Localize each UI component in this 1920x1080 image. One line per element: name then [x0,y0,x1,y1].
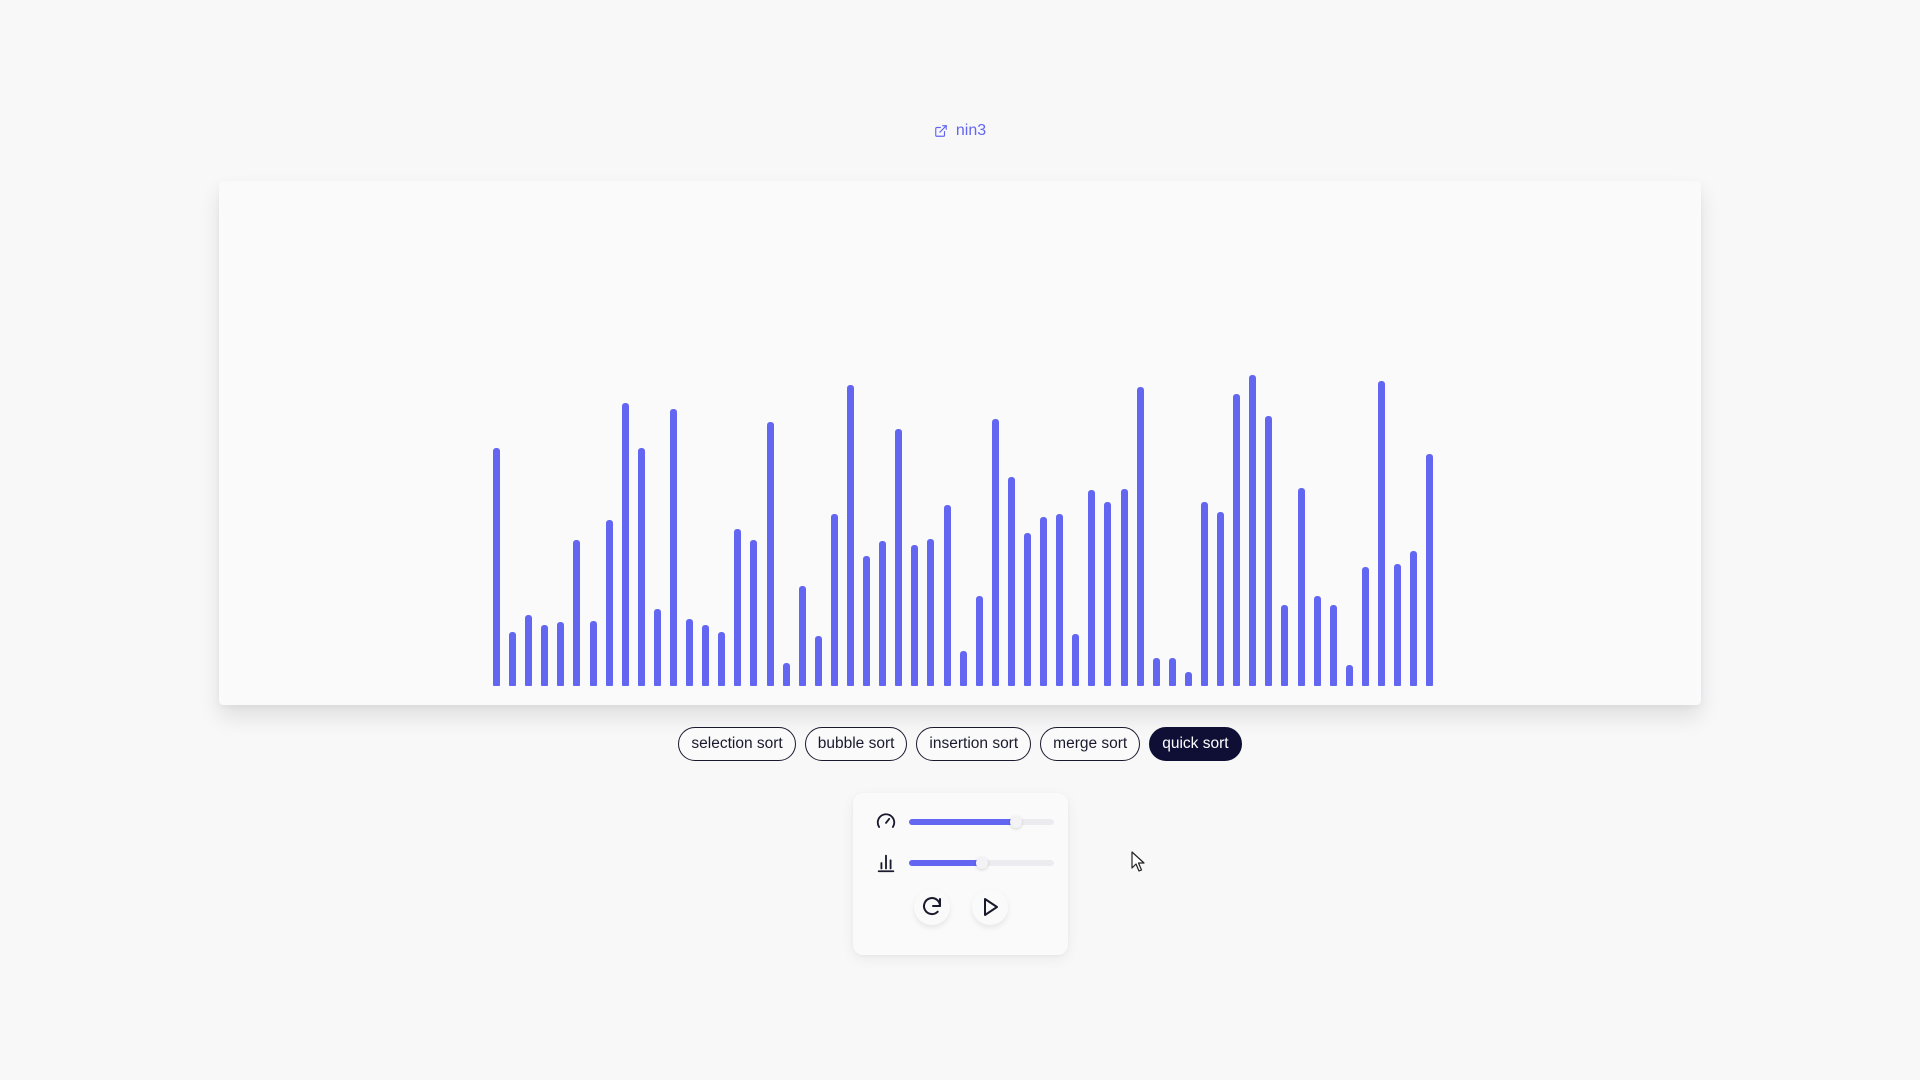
array-bar [976,596,983,686]
array-bar [1056,514,1063,686]
array-bar [541,625,548,686]
merge-sort-button[interactable]: merge sort [1040,727,1141,761]
array-bar [573,540,580,686]
array-bar [895,429,902,686]
array-bar [654,609,661,686]
array-bar [638,448,645,686]
array-bar [1201,502,1208,686]
array-bar [750,540,757,686]
array-bar [1104,502,1111,686]
array-bar [1169,658,1176,686]
array-bar [1137,387,1144,686]
array-bar [1249,375,1256,686]
bar-chart-icon [877,854,895,873]
array-bar [927,539,934,686]
bubble-sort-button[interactable]: bubble sort [804,727,908,761]
array-bar [831,514,838,686]
array-bar [1314,596,1321,686]
array-bar [911,545,918,686]
array-bar [1008,477,1015,686]
array-bar [767,422,774,686]
selection-sort-button[interactable]: selection sort [678,727,796,761]
array-bar [799,586,806,686]
array-bar [718,632,725,686]
external-link-icon [935,125,947,137]
array-bar [1346,665,1353,686]
speed-slider[interactable] [909,816,1054,828]
array-bar [734,529,741,686]
array-bar [622,403,629,686]
array-bar [1040,517,1047,686]
bars-container [219,181,1701,705]
array-bar [525,615,532,686]
array-bar [1072,634,1079,686]
array-bar [1121,489,1128,686]
array-bar [1378,381,1385,686]
array-size-slider-fill [909,860,982,866]
array-bar [1362,567,1369,686]
array-bar [1217,512,1224,686]
array-bar [1185,672,1192,686]
mouse-cursor-icon [1131,851,1145,872]
array-bar [670,409,677,686]
reset-button[interactable] [913,889,950,925]
array-bar [1394,564,1401,686]
reset-icon [922,897,941,916]
array-bar [606,520,613,686]
speed-control [875,811,1054,833]
array-bar [1426,454,1433,686]
array-bar [1024,533,1031,686]
insertion-sort-button[interactable]: insertion sort [916,727,1032,761]
controls-panel [853,793,1068,955]
array-bar [847,385,854,686]
array-bar [783,663,790,686]
array-bar [1410,551,1417,686]
array-bar [557,622,564,686]
array-bar [1298,488,1305,686]
author-link[interactable]: nin3 [0,122,1920,140]
array-bar [686,619,693,686]
array-bar [702,625,709,686]
sort-visualizer-panel [219,181,1701,705]
array-size-slider-thumb[interactable] [975,857,988,869]
array-bar [863,556,870,686]
array-bar [1088,490,1095,686]
array-bar [815,636,822,686]
quick-sort-button[interactable]: quick sort [1149,727,1242,761]
array-size-slider[interactable] [909,857,1054,869]
size-control [875,852,1054,874]
array-bar [1265,416,1272,686]
array-bar [992,419,999,686]
array-bar [1281,605,1288,686]
author-name: nin3 [955,122,987,139]
speedometer-icon [876,813,896,828]
array-bar [1153,658,1160,686]
play-button[interactable] [971,889,1008,925]
array-bar [879,541,886,686]
array-bar [944,505,951,686]
array-bar [1330,605,1337,686]
array-bar [1233,394,1240,686]
speed-slider-fill [909,819,1017,825]
array-bar [493,448,500,686]
array-bar [590,621,597,686]
speed-slider-thumb[interactable] [1010,816,1023,828]
array-bar [509,632,516,686]
play-icon [983,898,998,916]
algorithm-selector: selection sort bubble sort insertion sor… [0,727,1920,761]
playback-buttons [853,889,1068,925]
array-bar [960,651,967,686]
